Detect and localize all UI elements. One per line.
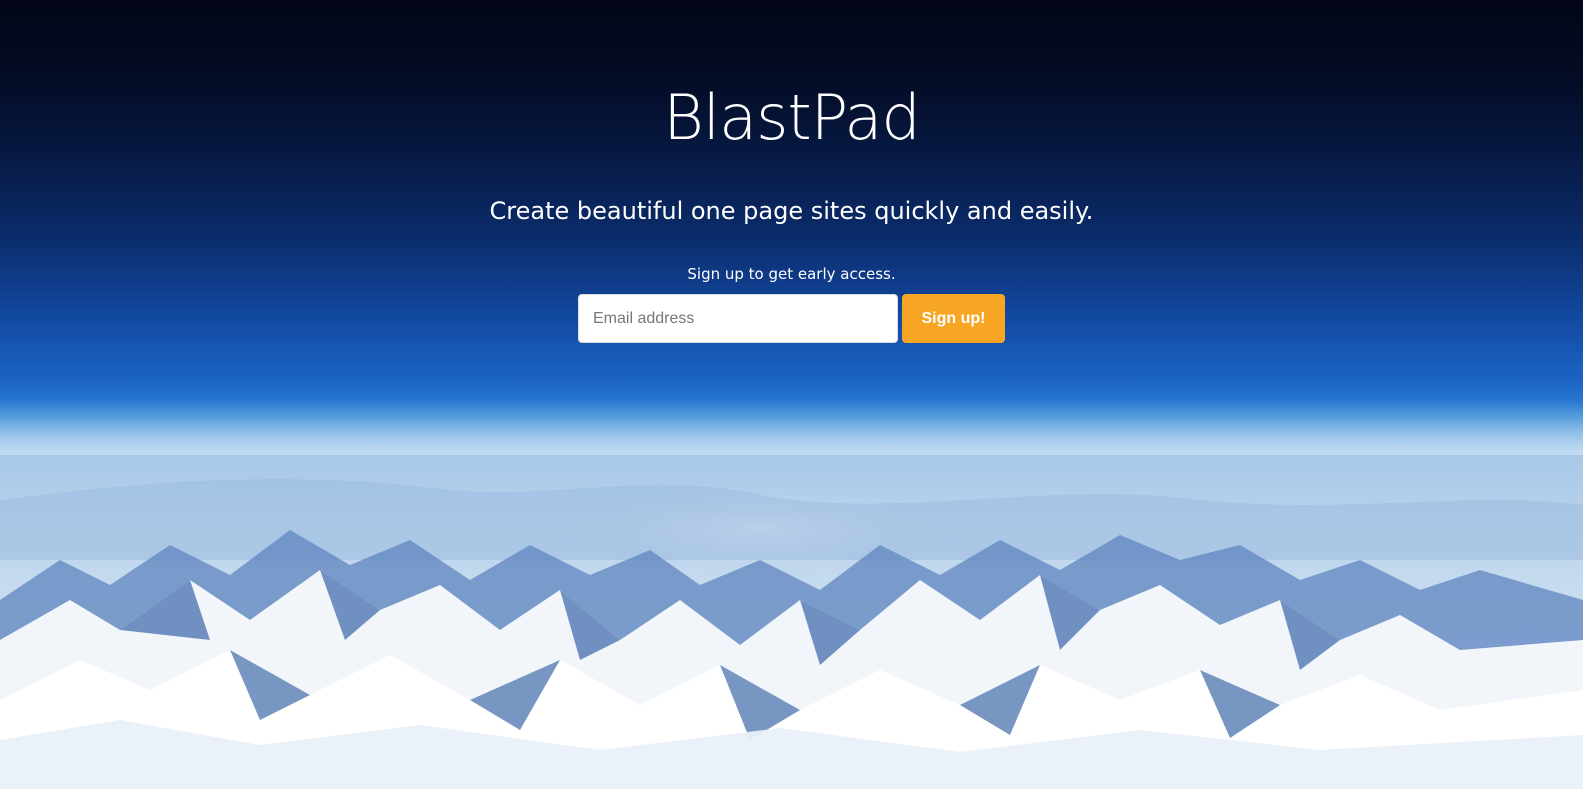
brand-title: BlastPad — [663, 81, 920, 154]
email-input[interactable] — [578, 294, 898, 343]
signup-button[interactable]: Sign up! — [902, 294, 1005, 343]
hero-tagline: Create beautiful one page sites quickly … — [489, 197, 1094, 225]
hero-section: BlastPad Create beautiful one page sites… — [0, 0, 1583, 789]
signup-note: Sign up to get early access. — [687, 265, 896, 283]
